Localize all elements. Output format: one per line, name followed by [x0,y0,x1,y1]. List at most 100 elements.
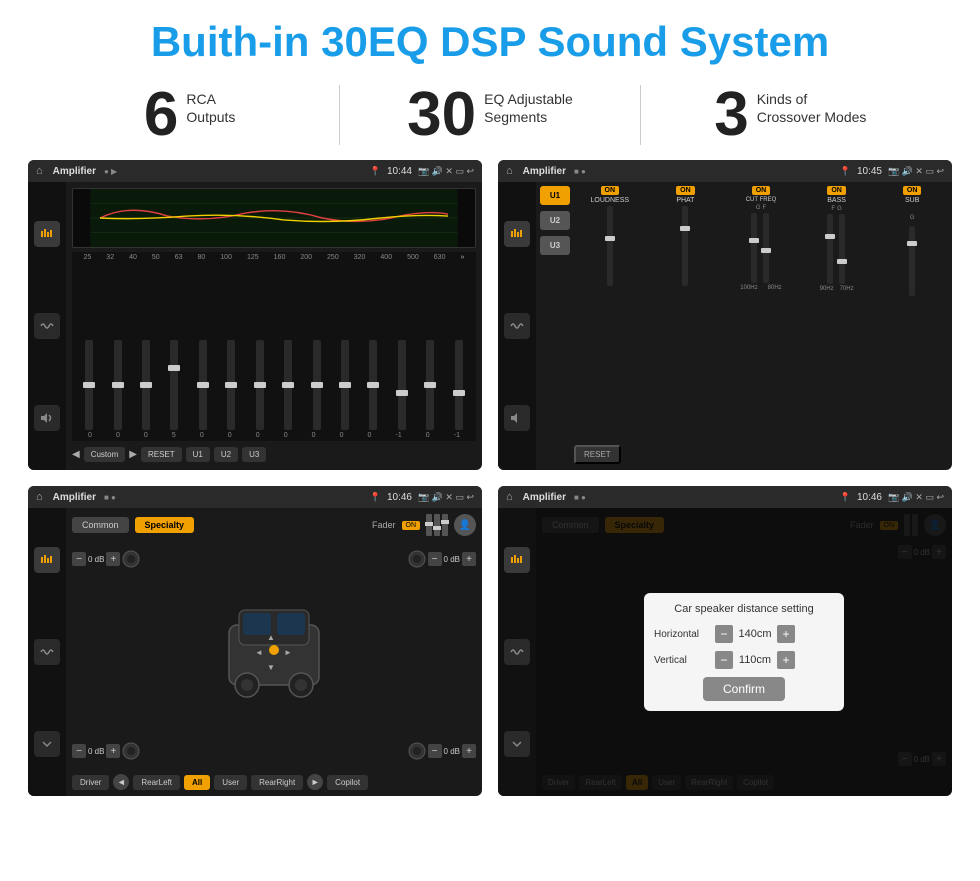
eq-slider-14[interactable] [455,340,463,430]
tl-minus[interactable]: − [72,552,86,566]
br-minus[interactable]: − [428,744,442,758]
home-icon-1[interactable]: ⌂ [36,165,43,177]
car-layout-area: − 0 dB + − 0 dB + [72,540,476,770]
sv-4: 5 [172,432,176,439]
tr-minus[interactable]: − [428,552,442,566]
freq-more[interactable]: » [460,254,464,261]
top-right-control: − 0 dB + [408,550,476,568]
u1-btn[interactable]: U1 [186,447,210,462]
rearleft-btn[interactable]: RearLeft [133,775,180,790]
eq-slider-3[interactable] [142,340,150,430]
copilot-btn[interactable]: Copilot [327,775,368,790]
fader-s3[interactable] [442,514,448,536]
screen4-sidebar [498,508,536,796]
dots-2: ■ ● [574,167,586,176]
screen1-body: 25 32 40 50 63 80 100 125 160 200 250 32… [28,182,482,470]
sv-14: -1 [454,432,460,439]
fader-s2[interactable] [434,514,440,536]
sidebar-eq-icon-2[interactable] [504,221,530,247]
u2-select-btn[interactable]: U2 [540,211,570,230]
left-chevron[interactable]: ◄ [113,774,129,790]
sidebar-wave-icon-3[interactable] [34,639,60,665]
eq-slider-10[interactable] [341,340,349,430]
screen4-body: Common Specialty Fader ON 👤 [498,508,952,796]
distance-dialog: Car speaker distance setting Horizontal … [644,593,844,711]
eq-slider-11[interactable] [369,340,377,430]
u3-select-btn[interactable]: U3 [540,236,570,255]
eq-slider-2[interactable] [114,340,122,430]
confirm-button[interactable]: Confirm [703,677,785,701]
vertical-minus[interactable]: − [715,651,733,669]
tl-plus[interactable]: + [106,552,120,566]
screen3-main: Common Specialty Fader ON 👤 [66,508,482,796]
horizontal-plus[interactable]: + [777,625,795,643]
custom-btn[interactable]: Custom [84,447,126,462]
vertical-plus[interactable]: + [777,651,795,669]
freq-160: 160 [274,254,286,261]
right-chevron[interactable]: ► [307,774,323,790]
status-bar-4: ⌂ Amplifier ■ ● 📍 10:46 📷 🔊 ✕ ▭ ↩ [498,486,952,508]
sidebar-wave-icon-4[interactable] [504,639,530,665]
driver-btn[interactable]: Driver [72,775,109,790]
common-tab[interactable]: Common [72,517,129,533]
sidebar-speaker-icon-2[interactable] [504,405,530,431]
status-bar-1: ⌂ Amplifier ● ▶ 📍 10:44 📷 🔊 ✕ ▭ ↩ [28,160,482,182]
u3-btn[interactable]: U3 [242,447,266,462]
eq-slider-12[interactable] [398,340,406,430]
sidebar-eq-icon[interactable] [34,221,60,247]
eq-slider-4[interactable] [170,340,178,430]
sidebar-eq-icon-3[interactable] [34,547,60,573]
sv-13: 0 [426,432,430,439]
home-icon-3[interactable]: ⌂ [36,491,43,503]
sidebar-wave-icon[interactable] [34,313,60,339]
prev-btn[interactable]: ◀ [72,449,80,460]
eq-slider-13[interactable] [426,340,434,430]
slider-values-row: 0 0 0 5 0 0 0 0 0 0 0 -1 0 -1 [76,432,472,439]
sub-label: SUB [905,197,919,204]
sv-2: 0 [116,432,120,439]
bl-minus[interactable]: − [72,744,86,758]
sv-10: 0 [340,432,344,439]
eq-slider-7[interactable] [256,340,264,430]
u1-select-btn[interactable]: U1 [540,186,570,205]
dialog-title: Car speaker distance setting [654,603,834,615]
user-btn[interactable]: User [214,775,247,790]
amp-reset-btn[interactable]: RESET [574,445,621,464]
freq-50: 50 [152,254,160,261]
fader-s1[interactable] [426,514,432,536]
stat-label-eq: EQ AdjustableSegments [484,84,573,126]
sidebar-expand-icon-3[interactable] [34,731,60,757]
home-icon-2[interactable]: ⌂ [506,165,513,177]
play-btn[interactable]: ▶ [129,449,137,460]
freq-25: 25 [84,254,92,261]
horizontal-minus[interactable]: − [715,625,733,643]
sidebar-wave-icon-2[interactable] [504,313,530,339]
eq-slider-8[interactable] [284,340,292,430]
reset-btn[interactable]: RESET [141,447,182,462]
br-plus[interactable]: + [462,744,476,758]
rearright-btn[interactable]: RearRight [251,775,303,790]
sidebar-expand-icon-4[interactable] [504,731,530,757]
sidebar-speaker-icon[interactable] [34,405,60,431]
eq-slider-5[interactable] [199,340,207,430]
eq-slider-1[interactable] [85,340,93,430]
tr-plus[interactable]: + [462,552,476,566]
dots-3: ■ ● [104,493,116,502]
eq-slider-6[interactable] [227,340,235,430]
freq-250: 250 [327,254,339,261]
freq-500: 500 [407,254,419,261]
u2-btn[interactable]: U2 [214,447,238,462]
specialty-tab[interactable]: Specialty [135,517,195,533]
status-icons-1: 📷 🔊 ✕ ▭ ↩ [418,166,474,177]
home-icon-4[interactable]: ⌂ [506,491,513,503]
bl-db: 0 dB [88,747,104,756]
dots-1: ● ▶ [104,167,117,176]
stat-crossover: 3 Kinds ofCrossover Modes [661,84,920,146]
freq-200: 200 [300,254,312,261]
status-icons-4: 📷 🔊 ✕ ▭ ↩ [888,492,944,503]
eq-slider-9[interactable] [313,340,321,430]
all-btn[interactable]: All [184,775,210,790]
location-icon-2: 📍 [840,166,851,177]
sidebar-eq-icon-4[interactable] [504,547,530,573]
bl-plus[interactable]: + [106,744,120,758]
